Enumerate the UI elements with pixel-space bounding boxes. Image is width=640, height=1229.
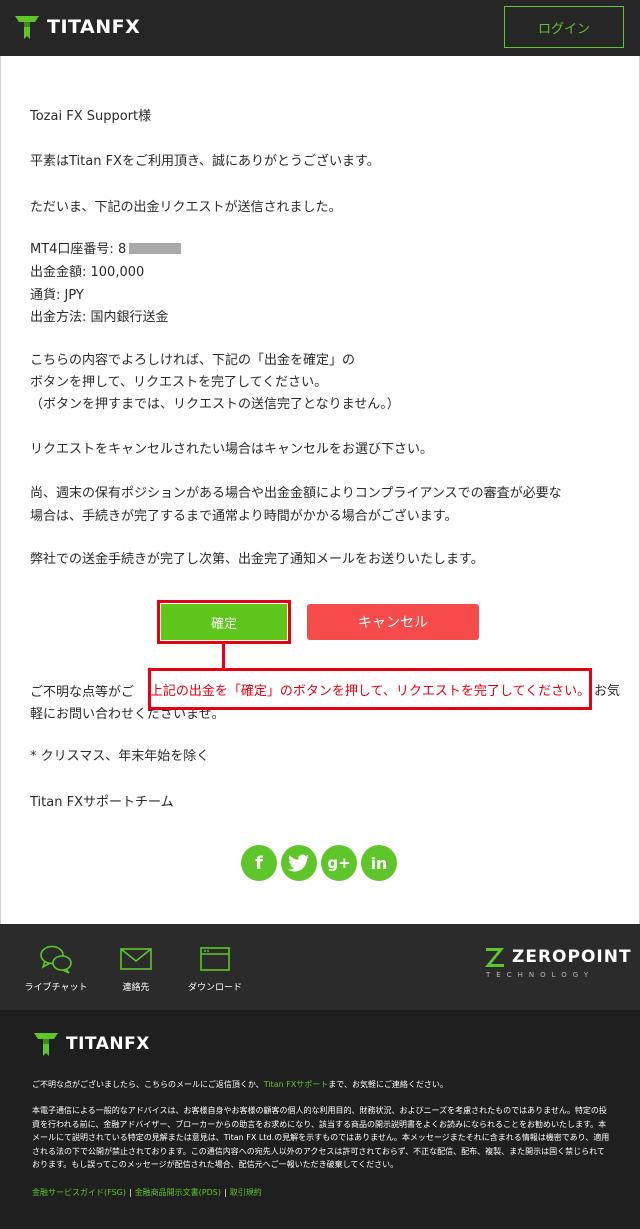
completion-note: 弊社での送金手続きが完了し次第、出金完了通知メールをお送りいたします。 — [30, 552, 484, 567]
instruction-line-3: （ボタンを押すまでは、リクエストの送信完了となりません。） — [30, 397, 400, 412]
signature: Titan FXサポートチーム — [30, 795, 174, 810]
zeropoint-tagline: TECHNOLOGY — [486, 971, 595, 979]
withdraw-amount: 出金金額: 100,000 — [30, 265, 145, 280]
terms-link[interactable]: 取引規約 — [230, 1188, 262, 1197]
link-separator: | — [128, 1188, 132, 1197]
inquiry-line-1: ご不明な点等がご — [30, 685, 135, 700]
header: TITANFX ログイン — [0, 0, 640, 56]
footer-note-text: ご不明な点がございましたら、こちらのメールにご返信頂くか、 — [32, 1080, 264, 1089]
fsg-link[interactable]: 金融サービスガイド(FSG) — [32, 1188, 126, 1197]
live-chat-label: ライブチャット — [24, 983, 88, 993]
footer-legal: TITANFX ご不明な点がございましたら、こちらのメールにご返信頂くか、Tit… — [0, 1010, 640, 1229]
brand-name: TITANFX — [47, 16, 141, 38]
intro-line: 平素はTitan FXをご利用頂き、誠にありがとうございます。 — [30, 154, 380, 169]
contact-link[interactable]: 連絡先 — [116, 944, 156, 993]
social-links: f g+ in — [241, 845, 397, 881]
zeropoint-logo: ZEROPOINT TECHNOLOGY — [484, 946, 632, 979]
cancel-button[interactable]: キャンセル — [307, 604, 479, 640]
twitter-bird-icon — [288, 854, 309, 872]
withdraw-method: 出金方法: 国内銀行送金 — [30, 310, 169, 325]
zeropoint-z-icon — [485, 948, 504, 967]
google-plus-icon[interactable]: g+ — [321, 845, 357, 881]
download-link[interactable]: ダウンロード — [186, 944, 244, 993]
instruction-line-1: こちらの内容でよろしければ、下記の「出金を確定」の — [30, 353, 356, 368]
greeting: Tozai FX Support様 — [30, 109, 152, 124]
request-sent-line: ただいま、下記の出金リクエストが送信されました。 — [30, 200, 342, 215]
confirm-highlight — [157, 600, 291, 644]
footer-nav: ライブチャット 連絡先 ダウンロード ZEROPOINT TECHNOLOGY — [0, 924, 640, 1010]
redacted-block — [129, 243, 182, 254]
cancel-note: リクエストをキャンセルされたい場合はキャンセルをお選び下さい。 — [30, 442, 434, 457]
browser-window-icon — [200, 947, 230, 971]
envelope-icon — [120, 948, 152, 970]
footer-disclaimer: 本電子通信による一般的なアドバイスは、お客様自身やお客様の顧客の個人的な利用目的… — [32, 1106, 610, 1169]
titanfx-shield-icon — [15, 16, 39, 39]
footer-titanfx-logo: TITANFX — [32, 1030, 150, 1058]
live-chat-link[interactable]: ライブチャット — [24, 944, 88, 993]
compliance-line-1: 尚、週末の保有ポジションがある場合や出金金額によりコンプライアンスでの審査が必要… — [30, 486, 562, 501]
instruction-line-2: ボタンを押して、リクエストを完了してください。 — [30, 375, 328, 390]
footer-links: 金融サービスガイド(FSG) | 金融商品開示文書(PDS) | 取引規約 — [32, 1187, 262, 1198]
compliance-line-2: 場合は、手続きが完了するまで通常より時間がかかる場合がございます。 — [30, 509, 458, 524]
inquiry-line-1-suffix: お気 — [594, 684, 621, 699]
link-separator: | — [224, 1188, 227, 1197]
footer-note-text-end: まで、お気軽にご連絡ください。 — [328, 1080, 448, 1089]
currency: 通貨: JPY — [30, 288, 84, 303]
footer-brand-name: TITANFX — [66, 1034, 150, 1054]
account-number: MT4口座番号: 8 — [30, 238, 182, 257]
twitter-icon[interactable] — [281, 845, 317, 881]
footer-contact-note: ご不明な点がございましたら、こちらのメールにご返信頂くか、Titan FXサポー… — [32, 1078, 612, 1091]
zeropoint-name: ZEROPOINT — [512, 947, 632, 967]
download-label: ダウンロード — [187, 983, 242, 993]
annotation-callout: 上記の出金を「確定」のボタンを押して、リクエストを完了してください。 — [148, 668, 592, 710]
login-button[interactable]: ログイン — [504, 6, 624, 48]
account-number-label: MT4口座番号: 8 — [30, 242, 127, 257]
contact-label: 連絡先 — [122, 983, 150, 993]
titanfx-logo[interactable]: TITANFX — [13, 13, 140, 41]
chat-bubbles-icon — [40, 945, 72, 974]
titanfx-support-link[interactable]: Titan FXサポート — [264, 1080, 329, 1089]
callout-connector — [222, 644, 225, 668]
facebook-icon[interactable]: f — [241, 845, 277, 881]
pds-link[interactable]: 金融商品開示文書(PDS) — [135, 1188, 221, 1197]
linkedin-icon[interactable]: in — [361, 845, 397, 881]
footer-titanfx-shield-icon — [34, 1033, 58, 1056]
holiday-note: * クリスマス、年末年始を除く — [30, 749, 210, 764]
